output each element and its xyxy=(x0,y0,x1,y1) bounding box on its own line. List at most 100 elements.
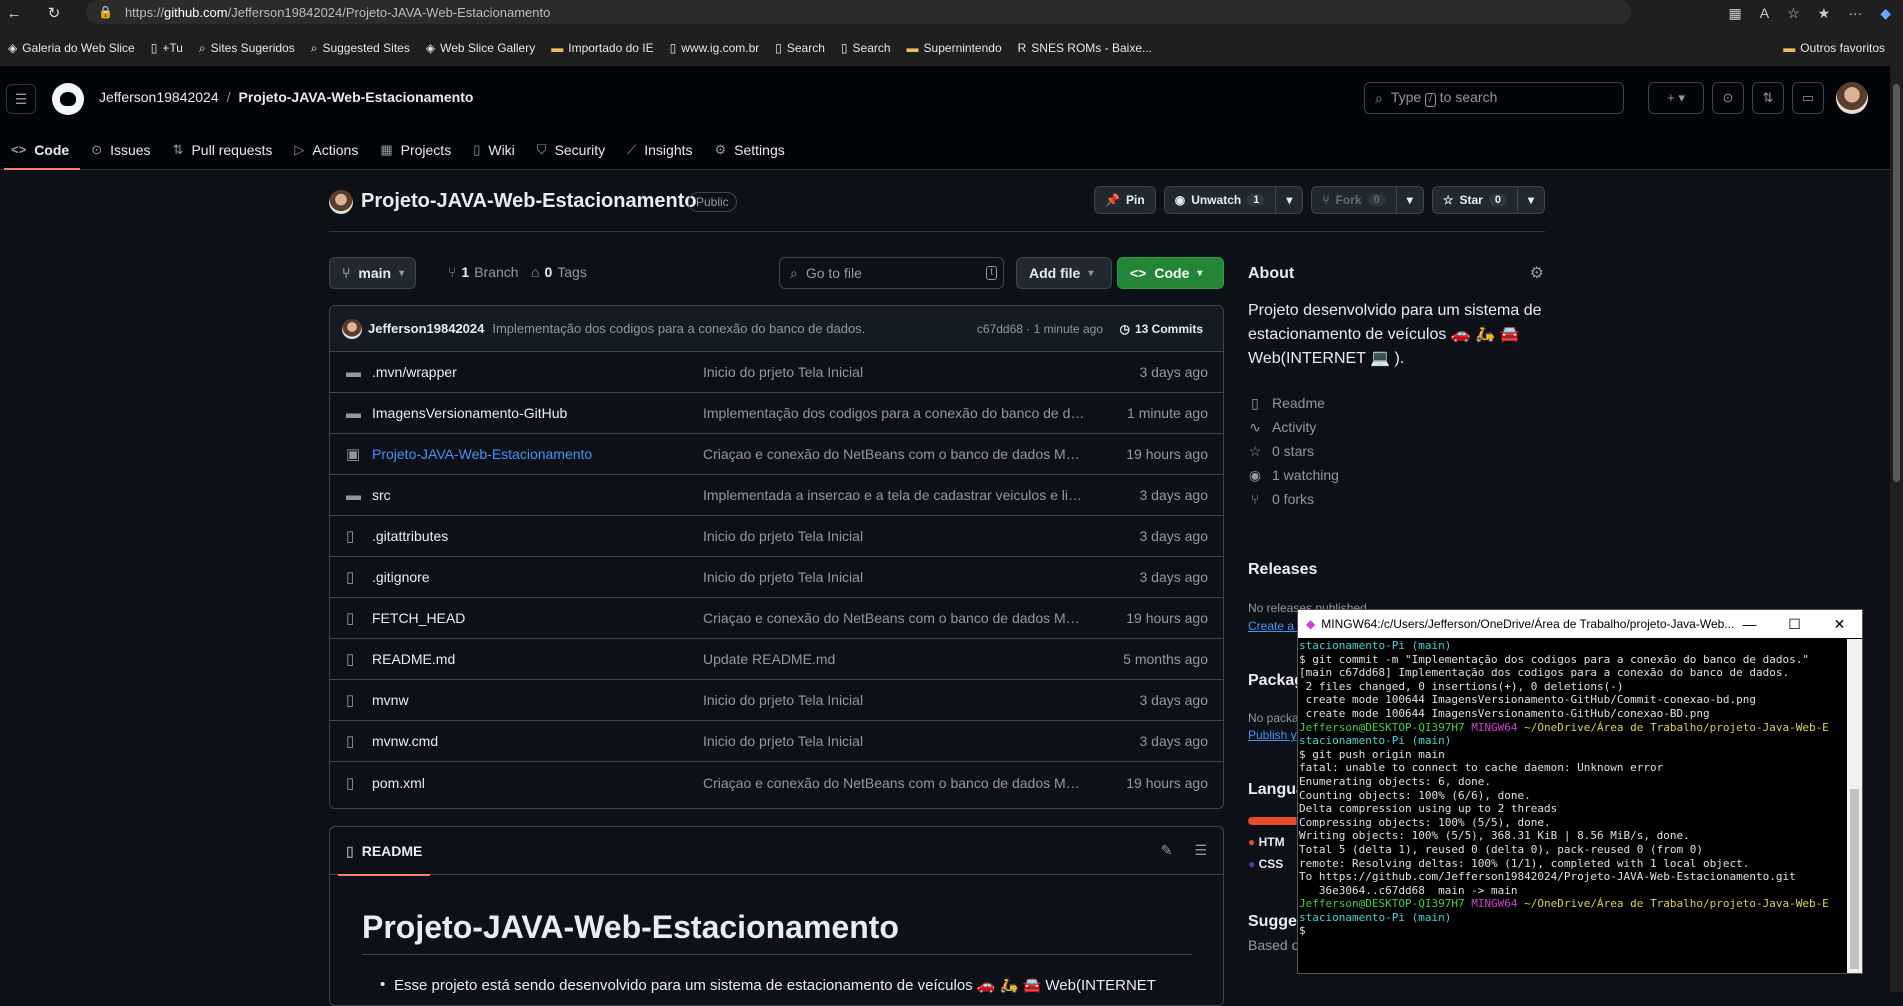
favorite-item[interactable]: ▬ Importado do IE xyxy=(543,41,661,55)
favorite-item[interactable]: ⌕ Sites Sugeridos xyxy=(191,41,303,56)
table-row[interactable]: ▬ .mvn/wrapper Inicio do prjeto Tela Inici… xyxy=(330,352,1223,393)
commit-author[interactable]: Jefferson19842024 xyxy=(368,321,484,336)
tab-security[interactable]: ⛉ Security xyxy=(526,129,616,170)
file-name[interactable]: mvnw xyxy=(372,692,409,708)
chevron-down-icon[interactable]: ▾ xyxy=(1395,187,1423,213)
chevron-down-icon[interactable]: ▾ xyxy=(1516,187,1544,213)
file-commit-message[interactable]: Criaçao e conexão do NetBeans com o banc… xyxy=(703,446,1088,462)
packages-title[interactable]: Packag xyxy=(1248,672,1304,690)
favorite-item[interactable]: ◈ Web Slice Gallery xyxy=(418,41,543,55)
file-name[interactable]: src xyxy=(372,487,391,503)
tab-pull-requests[interactable]: ⇅ Pull requests xyxy=(162,129,284,170)
reader-icon[interactable]: ▦ xyxy=(1729,5,1742,22)
terminal-output[interactable]: stacionamento-Pi (main) $ git commit -m "… xyxy=(1299,639,1861,973)
tab-issues[interactable]: ⊙ Issues xyxy=(80,129,161,170)
about-item[interactable]: ∿ Activity xyxy=(1248,415,1339,439)
table-row[interactable]: ▯ mvnw.cmd Inicio do prjeto Tela Inicial 3 … xyxy=(330,721,1223,762)
fork-button[interactable]: ⑂ Fork 0 ▾ xyxy=(1311,186,1424,214)
close-icon[interactable]: ✕ xyxy=(1817,610,1862,638)
favorite-item[interactable]: ▯ Search xyxy=(767,41,833,55)
list-icon[interactable]: ☰ xyxy=(1194,842,1207,859)
about-item[interactable]: ☆ 0 stars xyxy=(1248,439,1339,463)
page-scrollbar[interactable] xyxy=(1890,66,1903,992)
language-html[interactable]: HTM xyxy=(1259,835,1285,849)
maximize-icon[interactable]: ☐ xyxy=(1772,610,1817,638)
scrollbar-thumb[interactable] xyxy=(1893,84,1900,482)
minimize-icon[interactable]: — xyxy=(1727,610,1772,638)
favorites-icon[interactable]: ★ xyxy=(1818,5,1831,22)
file-name[interactable]: .gitignore xyxy=(372,569,430,585)
repo-link[interactable]: Projeto-JAVA-Web-Estacionamento xyxy=(239,89,474,105)
add-file-button[interactable]: Add file ▾ xyxy=(1016,257,1112,289)
file-name[interactable]: .gitattributes xyxy=(372,528,448,544)
issues-icon[interactable]: ⊙ xyxy=(1712,82,1744,114)
tab-insights[interactable]: ⟋ Insights xyxy=(616,129,703,170)
commits-link[interactable]: ◷ 13 Commits xyxy=(1119,322,1203,336)
file-commit-message[interactable]: Inicio do prjeto Tela Inicial xyxy=(703,692,1088,708)
more-icon[interactable]: ··· xyxy=(1848,5,1862,21)
favorite-item[interactable]: ▯ Search xyxy=(833,41,899,55)
publish-package-link[interactable]: Publish y xyxy=(1248,728,1297,742)
table-row[interactable]: ▯ README.md Update README.md 5 months ago xyxy=(330,639,1223,680)
pull-requests-icon[interactable]: ⇅ xyxy=(1752,82,1784,114)
file-commit-message[interactable]: Inicio do prjeto Tela Inicial xyxy=(703,733,1088,749)
tags-link[interactable]: ⌂ 0 Tags xyxy=(531,264,587,280)
star-button[interactable]: ☆ Star 0 ▾ xyxy=(1431,186,1545,214)
other-favorites[interactable]: ▬ Outros favoritos xyxy=(1775,41,1893,55)
branches-link[interactable]: ⑂ 1 Branch xyxy=(448,264,519,280)
tab-wiki[interactable]: ▯ Wiki xyxy=(462,129,526,170)
inbox-icon[interactable]: ▭ xyxy=(1792,82,1824,114)
about-item[interactable]: ◉ 1 watching xyxy=(1248,463,1339,487)
terminal-titlebar[interactable]: ◆ MINGW64:/c/Users/Jefferson/OneDrive/Ár… xyxy=(1298,610,1862,638)
file-name[interactable]: FETCH_HEAD xyxy=(372,610,465,626)
file-name[interactable]: README.md xyxy=(372,651,455,667)
pin-button[interactable]: 📌 Pin xyxy=(1094,186,1156,214)
favorite-item[interactable]: R SNES ROMs - Baixe... xyxy=(1010,41,1160,55)
address-bar[interactable]: 🔒 https://github.com/Jefferson19842024/P… xyxy=(86,0,1631,24)
owner-link[interactable]: Jefferson19842024 xyxy=(99,89,219,105)
file-commit-message[interactable]: Implementada a insercao e a tela de cada… xyxy=(703,487,1088,503)
file-name[interactable]: .mvn/wrapper xyxy=(372,364,457,380)
tab-actions[interactable]: ▷ Actions xyxy=(283,129,369,170)
commit-message[interactable]: Implementação dos codigos para a conexão… xyxy=(492,321,865,336)
branch-select[interactable]: ⑂ main ▾ xyxy=(329,257,416,289)
table-row[interactable]: ▬ ImagensVersionamento-GitHub Implementaçã… xyxy=(330,393,1223,434)
favorite-item[interactable]: ▬ Supernintendo xyxy=(899,41,1010,55)
file-name[interactable]: pom.xml xyxy=(372,775,425,791)
file-commit-message[interactable]: Criaçao e conexão do NetBeans com o banc… xyxy=(703,775,1088,791)
code-button[interactable]: <> Code ▾ xyxy=(1117,257,1224,289)
favorite-item[interactable]: ⌕ Suggested Sites xyxy=(303,41,418,56)
chevron-down-icon[interactable]: ▾ xyxy=(1275,187,1302,213)
file-name[interactable]: ImagensVersionamento-GitHub xyxy=(372,405,567,421)
github-logo-icon[interactable] xyxy=(52,83,84,115)
author-avatar[interactable] xyxy=(342,318,362,339)
table-row[interactable]: ▯ .gitattributes Inicio do prjeto Tela Ini… xyxy=(330,516,1223,557)
owner-avatar[interactable] xyxy=(329,190,353,214)
read-aloud-icon[interactable]: A xyxy=(1760,5,1769,21)
about-item[interactable]: ⑂ 0 forks xyxy=(1248,487,1339,511)
refresh-icon[interactable]: ↻ xyxy=(40,0,68,26)
copilot-icon[interactable]: ◆ xyxy=(1880,5,1891,22)
commit-hash[interactable]: c67dd68 · 1 minute ago xyxy=(977,322,1103,336)
tab-projects[interactable]: ▦ Projects xyxy=(369,129,462,170)
file-name[interactable]: mvnw.cmd xyxy=(372,733,438,749)
releases-title[interactable]: Releases xyxy=(1248,561,1317,579)
file-commit-message[interactable]: Criaçao e conexão do NetBeans com o banc… xyxy=(703,610,1088,626)
terminal-scroll-thumb[interactable] xyxy=(1850,789,1859,969)
favorite-item[interactable]: ◈ Galeria do Web Slice xyxy=(0,41,143,55)
table-row[interactable]: ▯ .gitignore Inicio do prjeto Tela Inicial… xyxy=(330,557,1223,598)
file-commit-message[interactable]: Inicio do prjeto Tela Inicial xyxy=(703,364,1088,380)
gear-icon[interactable]: ⚙ xyxy=(1530,263,1544,283)
create-new-button[interactable]: + ▾ xyxy=(1648,82,1704,114)
readme-tab[interactable]: ▯ README xyxy=(338,827,431,876)
table-row[interactable]: ▬ src Implementada a insercao e a tela de … xyxy=(330,475,1223,516)
terminal-scrollbar[interactable] xyxy=(1847,639,1862,973)
menu-icon[interactable]: ☰ xyxy=(6,84,36,114)
favorite-item[interactable]: ▯ www.ig.com.br xyxy=(662,41,768,55)
language-css[interactable]: CSS xyxy=(1259,857,1284,871)
file-commit-message[interactable]: Update README.md xyxy=(703,651,1088,667)
unwatch-button[interactable]: ◉ Unwatch 1 ▾ xyxy=(1163,186,1304,214)
favorite-item[interactable]: ▯ +Tu xyxy=(143,41,191,55)
file-commit-message[interactable]: Implementação dos codigos para a conexão… xyxy=(703,405,1088,421)
table-row[interactable]: ▣ Projeto-JAVA-Web-Estacionamento Criaçao … xyxy=(330,434,1223,475)
